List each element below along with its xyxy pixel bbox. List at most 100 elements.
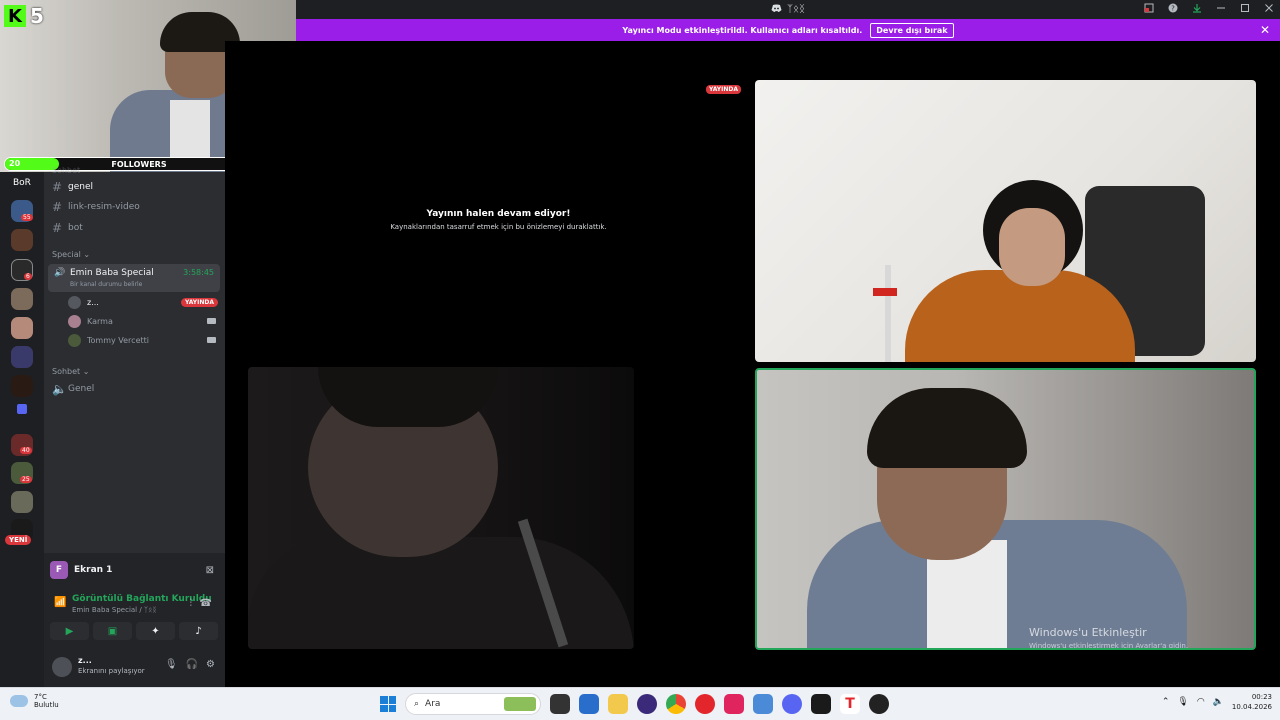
file-explorer-icon[interactable] xyxy=(608,694,628,714)
connection-channel[interactable]: Emin Baba Special / ᛉᛟᛝ xyxy=(72,606,157,614)
user-panel: z... Ekranını paylaşıyor 🎙 🎧 ⚙ xyxy=(44,651,225,683)
server-icon[interactable] xyxy=(11,229,33,251)
app-icon[interactable] xyxy=(753,694,773,714)
voice-panel: F Ekran 1 ⊠ 📶 Görüntülü Bağlantı Kuruldu… xyxy=(44,553,225,687)
disconnect-icon[interactable]: ☎ xyxy=(200,598,212,609)
kick-icon: K xyxy=(4,5,26,27)
channel-number: 5 xyxy=(30,4,44,28)
maximize-icon[interactable] xyxy=(1240,3,1250,16)
user-controls: 🎙 🎧 ⚙ xyxy=(165,659,215,670)
date: 10.04.2026 xyxy=(1231,703,1272,711)
app-icon[interactable] xyxy=(579,694,599,714)
voice-member[interactable]: Karma xyxy=(68,313,218,329)
server-icon[interactable] xyxy=(11,317,33,339)
taskbar-apps: ⌕ Ara T xyxy=(380,693,889,715)
microphone-icon[interactable]: 🎙 xyxy=(165,659,178,670)
banner-message: Yayıncı Modu etkinleştirildi. Kullanıcı … xyxy=(622,25,863,35)
obs-icon[interactable] xyxy=(869,694,889,714)
title-bar: ᛉᛟᛝ ? xyxy=(296,0,1280,19)
server-label-bor[interactable]: BoR xyxy=(13,178,31,188)
help-icon[interactable]: ? xyxy=(1168,3,1178,16)
stream-tile[interactable]: YAYINDA Yayının halen devam ediyor! Kayn… xyxy=(248,79,749,361)
svg-text:?: ? xyxy=(1171,5,1175,13)
kick-studio-icon[interactable] xyxy=(811,694,831,714)
hashtag-icon: # xyxy=(52,180,63,194)
server-badge: 25 xyxy=(20,476,32,483)
server-icon[interactable] xyxy=(11,288,33,310)
screen-share-button[interactable]: ▣ xyxy=(93,622,132,640)
discord-logo-icon xyxy=(771,4,782,16)
voice-channel-emin-baba-special[interactable]: 🔊 Emin Baba Special 3:58:45 Bir kanal du… xyxy=(48,264,220,292)
member-name: Karma xyxy=(87,316,113,326)
soundboard-button[interactable]: ♪ xyxy=(179,622,218,640)
headphones-icon[interactable]: 🎧 xyxy=(186,659,198,670)
server-icon[interactable] xyxy=(11,346,33,368)
channel-status-prompt[interactable]: Bir kanal durumu belirle xyxy=(70,281,142,288)
server-icon[interactable] xyxy=(11,375,33,397)
task-view-icon[interactable] xyxy=(550,694,570,714)
popout-icon[interactable] xyxy=(1144,3,1154,16)
channel-genel[interactable]: # genel xyxy=(52,179,93,195)
category-sohbet[interactable]: Sohbet ⌄ xyxy=(52,367,89,376)
channel-bot[interactable]: # bot xyxy=(52,220,83,236)
gear-icon[interactable]: ⚙ xyxy=(206,659,215,670)
activities-button[interactable]: ✦ xyxy=(136,622,175,640)
camera-icon xyxy=(207,337,216,343)
video-tile-karma[interactable] xyxy=(755,80,1256,362)
stream-paused-subtitle: Kaynaklarından tasarruf etmek için bu ön… xyxy=(390,223,607,231)
kick-logo: K 5 xyxy=(4,4,44,28)
windows-activation-subtitle: Windows'u etkinleştirmek için Ayarlar'a … xyxy=(1029,642,1189,650)
server-icon[interactable] xyxy=(11,491,33,513)
clock[interactable]: 00:23 10.04.2026 xyxy=(1232,692,1272,712)
faded-category: Sohbet xyxy=(52,166,81,175)
windows-start-icon[interactable] xyxy=(380,696,396,712)
disable-streamer-mode-button[interactable]: Devre dışı bırak xyxy=(870,22,954,38)
chevron-up-icon[interactable]: ⌃ xyxy=(1162,697,1170,707)
signal-icon[interactable]: 📶 xyxy=(54,597,66,608)
server-name: ᛉᛟᛝ xyxy=(787,4,805,15)
avatar xyxy=(68,295,81,309)
category-special[interactable]: Special ⌄ xyxy=(52,250,90,259)
voice-member[interactable]: z... YAYINDA xyxy=(68,294,218,310)
screen: ᛉᛟᛝ ? Yayıncı Modu etkinleştirildi. Kull… xyxy=(0,0,1280,720)
volume-icon[interactable]: 🔈 xyxy=(1213,697,1224,707)
weather-widget[interactable]: 7°C Bulutlu xyxy=(10,693,59,709)
search-placeholder: Ara xyxy=(425,699,441,709)
voice-channel-genel[interactable]: 🔈 Genel xyxy=(52,381,94,397)
minimize-icon[interactable] xyxy=(1216,3,1226,16)
noise-suppression-icon[interactable]: ⫶ xyxy=(190,598,193,609)
video-tile-tommy-vercetti[interactable] xyxy=(248,367,634,649)
hashtag-icon: # xyxy=(52,200,63,214)
folder-icon[interactable] xyxy=(17,404,27,414)
speaker-icon: 🔈 xyxy=(52,382,67,396)
stop-share-icon[interactable]: ⊠ xyxy=(206,565,214,576)
download-icon[interactable] xyxy=(1192,3,1202,16)
weather-condition: Bulutlu xyxy=(34,701,59,709)
windows-activation-title: Windows'u Etkinleştir xyxy=(1029,626,1147,639)
banner-close-icon[interactable]: ✕ xyxy=(1260,23,1270,37)
screen-share-row: F Ekran 1 ⊠ xyxy=(50,559,218,581)
channel-name: Genel xyxy=(68,384,95,394)
voice-member[interactable]: Tommy Vercetti xyxy=(68,332,218,348)
opera-icon[interactable] xyxy=(695,694,715,714)
microphone-icon[interactable]: 🎙 xyxy=(1177,697,1188,707)
chrome-icon[interactable] xyxy=(666,694,686,714)
voice-channel-name: Emin Baba Special xyxy=(70,268,154,278)
cloud-icon xyxy=(10,695,28,707)
close-icon[interactable] xyxy=(1264,3,1274,16)
stream-paused-title: Yayının halen devam ediyor! xyxy=(426,209,571,219)
avatar[interactable] xyxy=(52,657,72,677)
tiktok-icon[interactable] xyxy=(724,694,744,714)
server-badge: 55 xyxy=(21,214,33,221)
voice-connection: 📶 Görüntülü Bağlantı Kuruldu Emin Baba S… xyxy=(50,593,218,617)
member-name: z... xyxy=(87,297,99,307)
taskbar-search[interactable]: ⌕ Ara xyxy=(405,693,541,715)
camera-button[interactable]: ▶ xyxy=(50,622,89,640)
app-icon[interactable] xyxy=(637,694,657,714)
channel-link-resim-video[interactable]: # link-resim-video xyxy=(52,199,140,215)
discord-icon[interactable] xyxy=(782,694,802,714)
video-tile-self[interactable]: Windows'u Etkinleştir Windows'u etkinleş… xyxy=(755,368,1256,650)
wifi-icon[interactable]: ◠ xyxy=(1197,697,1205,707)
app-icon[interactable]: T xyxy=(840,694,860,714)
live-badge: YAYINDA xyxy=(180,297,218,307)
